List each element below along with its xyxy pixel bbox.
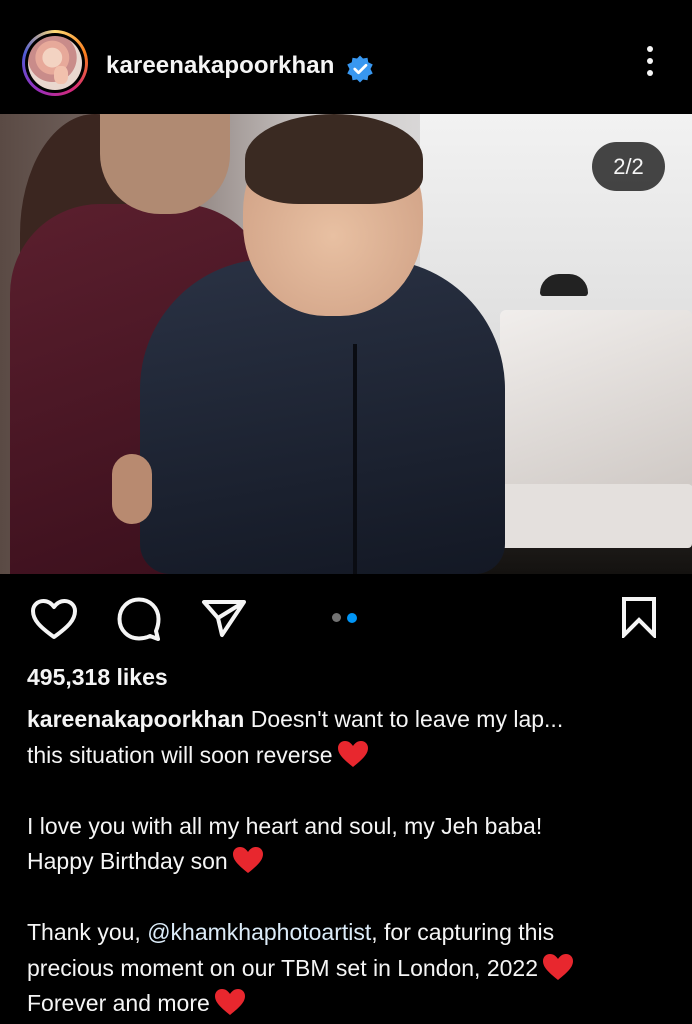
likes-count[interactable]: 495,318 likes bbox=[27, 664, 168, 691]
caption-line-6: precious moment on our TBM set in London… bbox=[27, 954, 538, 981]
action-bar bbox=[0, 574, 692, 664]
post-caption: kareenakapoorkhan Doesn't want to leave … bbox=[27, 702, 677, 1022]
story-ring[interactable] bbox=[22, 30, 88, 96]
carousel-dot-active bbox=[347, 613, 357, 623]
carousel-dot bbox=[332, 613, 341, 622]
red-heart-emoji bbox=[232, 847, 263, 873]
caption-line-2: this situation will soon reverse bbox=[27, 741, 333, 768]
heart-outline-icon[interactable] bbox=[30, 598, 78, 640]
verified-badge-icon bbox=[347, 55, 373, 83]
caption-line-7: Forever and more bbox=[27, 990, 210, 1016]
caption-line-5-prefix: Thank you, bbox=[27, 919, 148, 945]
caption-line-1: Doesn't want to leave my lap... bbox=[244, 706, 564, 732]
username[interactable]: kareenakapoorkhan bbox=[106, 52, 334, 80]
red-heart-emoji bbox=[337, 740, 368, 767]
caption-line-5-suffix: , for capturing this bbox=[371, 919, 555, 945]
carousel-indicator bbox=[332, 613, 357, 623]
avatar[interactable] bbox=[28, 36, 82, 90]
red-heart-emoji bbox=[214, 989, 245, 1015]
bookmark-outline-icon[interactable] bbox=[620, 596, 658, 638]
caption-line-4: Happy Birthday son bbox=[27, 848, 228, 874]
red-heart-emoji bbox=[543, 953, 573, 980]
more-vertical-icon[interactable] bbox=[640, 46, 660, 80]
caption-line-3: I love you with all my heart and soul, m… bbox=[27, 812, 543, 839]
comment-bubble-icon[interactable] bbox=[116, 596, 162, 642]
photographer-mention-link[interactable]: @khamkhaphotoartist bbox=[147, 919, 371, 945]
post-header: kareenakapoorkhan bbox=[0, 0, 692, 114]
image-counter-badge: 2/2 bbox=[592, 142, 665, 191]
send-paper-plane-icon[interactable] bbox=[201, 598, 247, 638]
caption-author[interactable]: kareenakapoorkhan bbox=[27, 706, 244, 732]
post-image[interactable] bbox=[0, 114, 692, 574]
